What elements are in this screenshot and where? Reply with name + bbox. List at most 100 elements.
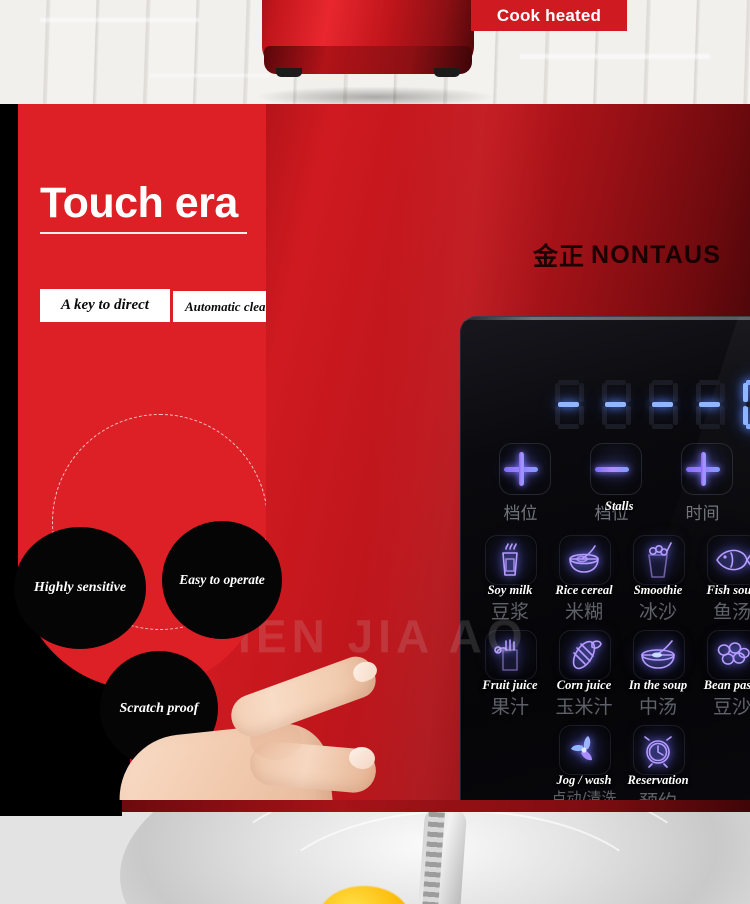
- led-segment: [555, 406, 560, 425]
- control-label-cn: 时间: [685, 504, 720, 524]
- led-segment: [652, 402, 673, 407]
- led-segment: [720, 406, 725, 425]
- led-segment: [605, 424, 626, 429]
- led-segment: [696, 383, 701, 402]
- led-segment: [602, 383, 607, 402]
- corn-icon: [563, 636, 605, 674]
- blender-foot: [276, 68, 302, 77]
- function-label-en: Jog / wash: [556, 773, 612, 787]
- function-button-soy-milk[interactable]: Soy milk 豆浆: [473, 535, 547, 623]
- function-label-en: In the soup: [628, 678, 688, 692]
- function-label-en: Smoothie: [633, 583, 683, 597]
- led-segment: [696, 406, 701, 425]
- led-segment: [555, 383, 560, 402]
- promo-tag-2-label: Automatic cleaning: [184, 298, 266, 314]
- led-segment: [652, 424, 673, 429]
- cook-heated-label: Cook heated: [496, 5, 602, 25]
- function-button-corn-juice[interactable]: Corn juice 玉米汁: [547, 630, 621, 718]
- page-title: Touch era: [40, 179, 238, 227]
- function-button-jog-wash[interactable]: Jog / wash 点动/清洗: [547, 725, 621, 800]
- led-segment: [649, 406, 654, 425]
- feature-bubble-2: Easy to operate: [162, 521, 282, 639]
- led-segment: [558, 402, 579, 407]
- main-feature-section: 金正 NONTAUS 档位档位时间时间 Soy milk豆浆Rice cerea…: [0, 104, 750, 800]
- function-label-en: Rice cereal: [555, 583, 613, 597]
- function-label-cn: 鱼汤: [712, 601, 750, 623]
- control-button-minus-1[interactable]: 档位: [584, 443, 642, 524]
- promo-tag-2: Automatic cleaning: [173, 291, 266, 322]
- led-segment: [558, 380, 579, 385]
- led-digit-3: [695, 380, 725, 430]
- top-product-strip: 果汁 玉米汁 中汤 豆沙 点动/清洗 预约 Cook heated: [0, 0, 750, 104]
- function-button-rice-cereal[interactable]: Rice cereal 米糊: [547, 535, 621, 623]
- function-label-cn: 果汁: [490, 696, 530, 718]
- function-label-cn: 中汤: [638, 696, 678, 718]
- function-label-cn: 预约: [639, 787, 677, 800]
- led-segment: [673, 406, 678, 425]
- led-display: [493, 379, 750, 431]
- function-button-in-the-soup[interactable]: In the soup 中汤: [621, 630, 695, 718]
- touch-glass-panel[interactable]: 档位档位时间时间 Soy milk豆浆Rice cereal米糊Smoothie…: [460, 316, 750, 800]
- wood-streak: [520, 54, 710, 59]
- control-label-cn: 档位: [503, 504, 538, 524]
- led-segment: [602, 406, 607, 425]
- alarm-clock-icon: [637, 731, 679, 769]
- led-segment: [699, 380, 720, 385]
- function-label-cn: 玉米汁: [555, 696, 613, 718]
- brand-logo-en: NONTAUS: [591, 240, 722, 269]
- function-button-bean-paste[interactable]: Bean paste 豆沙: [695, 630, 750, 718]
- function-label-cn: 米糊: [564, 601, 604, 623]
- led-segment: [743, 383, 748, 402]
- led-segment: [579, 406, 584, 425]
- function-row-3: Jog / wash 点动/清洗 Reservation预约: [547, 725, 695, 800]
- led-segment: [673, 383, 678, 402]
- glass-cup-icon: [489, 541, 531, 579]
- led-segment: [579, 383, 584, 402]
- function-label-cn: 冰沙: [638, 601, 678, 623]
- led-segment: [626, 383, 631, 402]
- function-button-smoothie[interactable]: Smoothie 冰沙: [621, 535, 695, 623]
- pointing-hand: [100, 651, 430, 800]
- function-button-fish-soup[interactable]: Fish soup 鱼汤: [695, 535, 750, 623]
- led-segment: [699, 424, 720, 429]
- bowl-spoon-icon: [563, 541, 605, 579]
- function-label-en: Fish soup: [706, 583, 750, 597]
- led-segment: [699, 402, 720, 407]
- function-row-2: Fruit juice 果汁 Corn juice 玉米汁 In the soup 中汤 B…: [473, 630, 750, 718]
- fish-icon: [711, 541, 750, 579]
- feature-bubble-1: Highly sensitive: [14, 527, 146, 649]
- glass-top-highlight: [461, 317, 750, 320]
- led-segment: [743, 406, 748, 425]
- led-segment: [626, 406, 631, 425]
- led-segment: [746, 402, 750, 407]
- smoothie-cup-icon: [637, 541, 679, 579]
- brand-logo: 金正 NONTAUS: [533, 237, 721, 273]
- wood-streak: [40, 18, 200, 22]
- led-segment: [558, 424, 579, 429]
- juicer-icon: [489, 636, 531, 674]
- control-button-row: 档位档位时间时间: [475, 443, 750, 524]
- feature-bubble-1-label: Highly sensitive: [33, 580, 127, 595]
- function-button-reservation[interactable]: Reservation预约: [621, 725, 695, 800]
- promo-tag-1: A key to direct: [40, 289, 170, 322]
- function-label-cn: 豆浆: [490, 601, 530, 623]
- beans-icon: [711, 636, 750, 674]
- led-segment: [605, 402, 626, 407]
- function-row-1: Soy milk 豆浆 Rice cereal 米糊 Smoothie 冰沙 Fish so…: [473, 535, 750, 623]
- function-label-en: Fruit juice: [482, 678, 538, 692]
- led-digit-4: [742, 380, 750, 430]
- fan-blade-icon: [563, 731, 605, 769]
- function-label-cn: 点动/清洗: [551, 789, 617, 800]
- soup-bowl-icon: [637, 636, 679, 674]
- product-marketing-image: 果汁 玉米汁 中汤 豆沙 点动/清洗 预约 Cook heated: [0, 0, 750, 904]
- bottom-metal-strip: [0, 800, 750, 904]
- title-divider: [40, 232, 247, 234]
- led-segment: [720, 383, 725, 402]
- control-button-plus-2[interactable]: 时间: [675, 443, 733, 524]
- led-segment: [649, 383, 654, 402]
- control-button-plus-0[interactable]: 档位: [493, 443, 551, 524]
- blender-foot: [434, 68, 460, 77]
- function-label-en: Reservation: [627, 773, 689, 787]
- feature-bubble-2-label: Easy to operate: [179, 572, 265, 587]
- function-button-fruit-juice[interactable]: Fruit juice 果汁: [473, 630, 547, 718]
